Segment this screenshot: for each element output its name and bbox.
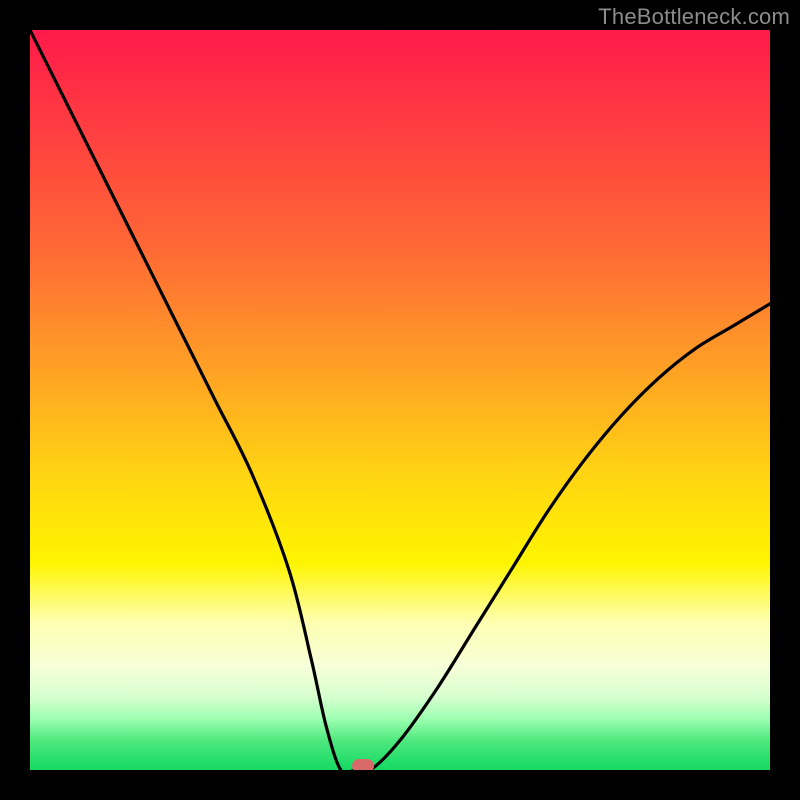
plot-area (30, 30, 770, 770)
bottleneck-curve (30, 30, 770, 770)
watermark-text: TheBottleneck.com (598, 4, 790, 30)
chart-frame: TheBottleneck.com (0, 0, 800, 800)
optimal-point-marker (352, 759, 374, 770)
